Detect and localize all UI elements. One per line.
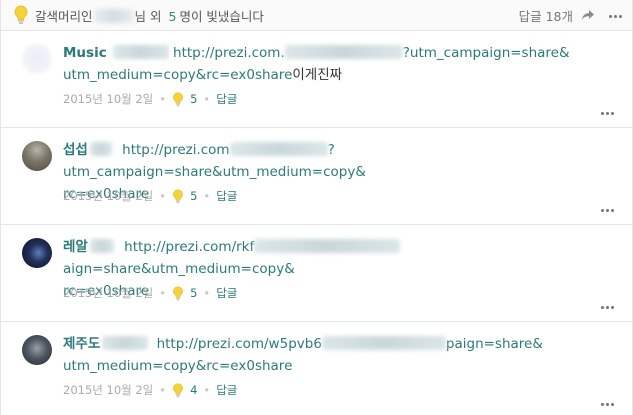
more-icon[interactable] xyxy=(595,110,614,115)
lightbulb-icon[interactable] xyxy=(172,188,184,204)
comment-item: 섭섭 http://prezi.com ?utm_campaign=share&u… xyxy=(1,127,632,224)
comment-date: 2015년 10월 2일 xyxy=(63,286,154,300)
likers-text[interactable]: 갈색머리인 님 외 5 명이 빛냈습니다 xyxy=(35,6,264,25)
more-icon[interactable] xyxy=(595,401,614,406)
blurred-author xyxy=(112,45,169,59)
lightbulb-icon xyxy=(14,5,28,24)
comment-thread: 갈색머리인 님 외 5 명이 빛냈습니다 답글 18개 Music http://p… xyxy=(0,0,633,415)
likers-middle: 님 외 xyxy=(134,8,162,24)
comment-author[interactable]: 레알 xyxy=(63,239,88,255)
link-text: paign=share& xyxy=(445,336,543,352)
separator-dot: • xyxy=(203,92,211,106)
likers-count[interactable]: 5 xyxy=(168,9,176,24)
avatar[interactable] xyxy=(22,238,52,268)
comment-text: 이게진짜 xyxy=(292,67,343,83)
lightbulb-icon[interactable] xyxy=(172,285,184,301)
more-icon[interactable] xyxy=(595,304,614,309)
separator-dot: • xyxy=(159,189,167,203)
blurred-link xyxy=(229,142,328,156)
like-count[interactable]: 4 xyxy=(190,383,197,397)
separator-dot: • xyxy=(159,383,167,397)
reply-button[interactable]: 답글 xyxy=(216,285,237,301)
like-count[interactable]: 5 xyxy=(190,189,197,203)
blurred-author xyxy=(89,142,112,156)
link-text: http://prezi.com. xyxy=(173,45,285,61)
comment-meta: 2015년 10월 2일 • 4 • 답글 xyxy=(63,382,237,398)
comment-author[interactable]: 섭섭 xyxy=(63,142,88,158)
separator-dot: • xyxy=(203,383,211,397)
lightbulb-icon[interactable] xyxy=(172,382,184,398)
comment-meta: 2015년 10월 2일 • 5 • 답글 xyxy=(63,188,237,204)
separator-dot: • xyxy=(159,286,167,300)
like-count[interactable]: 5 xyxy=(190,286,197,300)
avatar[interactable] xyxy=(22,335,52,365)
likers-suffix: 명이 빛냈습니다 xyxy=(179,8,264,24)
reply-button[interactable]: 답글 xyxy=(216,188,237,204)
reply-button[interactable]: 답글 xyxy=(216,91,237,107)
comment-item: 레알 http://prezi.com/rkf aign=share&utm_me… xyxy=(1,224,632,321)
avatar[interactable] xyxy=(22,141,52,171)
blurred-link xyxy=(254,239,401,253)
link-text: ?utm_campaign=share& xyxy=(402,45,570,61)
blurred-name xyxy=(93,8,134,23)
link-text: http://prezi.com/w5pvb6 xyxy=(156,336,322,352)
blurred-link xyxy=(284,45,403,59)
comment-author[interactable]: Music xyxy=(63,45,107,61)
comment-author[interactable]: 제주도 xyxy=(63,336,100,352)
more-icon[interactable] xyxy=(603,13,622,18)
comment-list: Music http://prezi.com. ?utm_campaign=sha… xyxy=(1,30,632,415)
liker-name[interactable]: 갈색머리인 xyxy=(35,9,93,24)
comment-date: 2015년 10월 2일 xyxy=(63,189,154,203)
like-count[interactable]: 5 xyxy=(190,92,197,106)
more-icon[interactable] xyxy=(595,207,614,212)
comment-item: Music http://prezi.com. ?utm_campaign=sha… xyxy=(1,30,632,127)
comment-body: Music http://prezi.com. ?utm_campaign=sha… xyxy=(63,42,618,86)
avatar[interactable] xyxy=(22,44,52,74)
comment-date: 2015년 10월 2일 xyxy=(63,383,154,397)
comment-meta: 2015년 10월 2일 • 5 • 답글 xyxy=(63,285,237,301)
blurred-link xyxy=(321,336,446,350)
reply-button[interactable]: 답글 xyxy=(216,382,237,398)
lightbulb-icon[interactable] xyxy=(172,91,184,107)
comment-meta: 2015년 10월 2일 • 5 • 답글 xyxy=(63,91,237,107)
comment-date: 2015년 10월 2일 xyxy=(63,92,154,106)
link-text: http://prezi.com xyxy=(122,142,230,158)
separator-dot: • xyxy=(159,92,167,106)
separator-dot: • xyxy=(203,189,211,203)
separator-dot: • xyxy=(203,286,211,300)
blurred-author xyxy=(102,336,149,350)
link-text: aign=share&utm_medium=copy& xyxy=(63,261,295,277)
link-text: http://prezi.com/rkf xyxy=(124,239,255,255)
link-text: utm_medium=copy&rc=ex0share xyxy=(63,358,293,374)
link-text: utm_medium=copy&rc=ex0share xyxy=(63,67,293,83)
likes-header: 갈색머리인 님 외 5 명이 빛냈습니다 답글 18개 xyxy=(1,0,632,30)
comment-body: 제주도 http://prezi.com/w5pvb6 paign=share& u… xyxy=(63,333,618,377)
blurred-author xyxy=(89,239,114,253)
reply-count[interactable]: 답글 18개 xyxy=(519,6,573,25)
comment-item: 제주도 http://prezi.com/w5pvb6 paign=share& u… xyxy=(1,321,632,415)
share-icon[interactable] xyxy=(581,9,595,21)
